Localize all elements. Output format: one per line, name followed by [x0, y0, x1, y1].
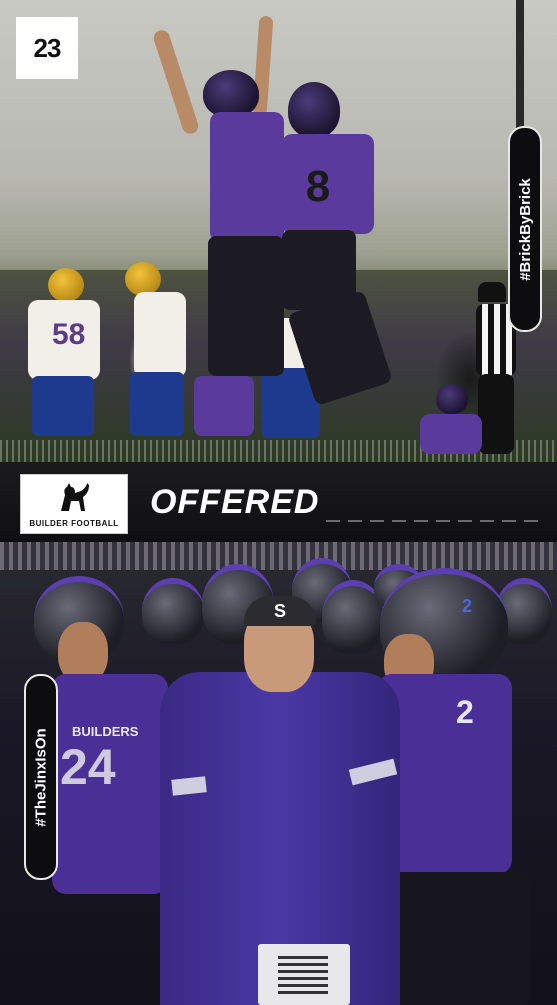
player-helmet — [142, 578, 204, 644]
hashtag-pill-brick-by-brick: #BrickByBrick — [508, 126, 542, 332]
teammate-jersey — [420, 414, 482, 454]
banner-dashes — [326, 520, 546, 522]
celebration-photo: 58 8 23 #BrickByBrick — [0, 0, 557, 462]
referee-cap — [478, 282, 506, 302]
referee-pants — [478, 374, 514, 454]
team-entrance-photo: BUILDERS 24 2 2 S #TheJinxIsOn — [0, 542, 557, 1005]
player-helmet — [203, 70, 259, 118]
opponent-helmet — [125, 262, 161, 296]
banner-title: OFFERED — [150, 483, 320, 521]
player-socks — [194, 376, 254, 436]
opponent-jersey-number: 58 — [52, 318, 86, 351]
opponent-helmet — [48, 268, 84, 302]
clipboard-lines — [278, 956, 328, 996]
raised-arm — [151, 28, 201, 136]
opponent-pants — [32, 376, 94, 436]
hashtag-label: #TheJinxIsOn — [32, 727, 50, 827]
clipboard — [258, 944, 350, 1005]
opponent-jersey — [134, 292, 186, 378]
hashtag-label: #BrickByBrick — [516, 177, 534, 281]
teammate-helmet — [436, 384, 468, 414]
jersey-team-name: BUILDERS — [72, 724, 139, 739]
logo-caption: BUILDER FOOTBALL — [29, 519, 119, 528]
player-pants — [208, 236, 284, 376]
player-jersey — [210, 112, 284, 242]
hashtag-pill-the-jinx-is-on: #TheJinxIsOn — [24, 674, 58, 880]
player-helmet — [288, 82, 340, 138]
offer-banner: BUILDER FOOTBALL OFFERED — [0, 462, 557, 542]
jersey-number: 24 — [60, 739, 116, 795]
season-logo-badge: 23 — [16, 17, 78, 79]
player-jersey-number: 8 — [305, 162, 331, 211]
cat-logo-icon — [61, 483, 89, 511]
coach-cap: S — [244, 596, 316, 626]
jersey-number: 2 — [456, 694, 474, 730]
season-logo-text: 23 — [33, 33, 62, 63]
opponent-pants — [130, 372, 184, 436]
builder-football-logo: BUILDER FOOTBALL — [20, 474, 128, 534]
helmet-number: 2 — [462, 596, 473, 616]
background-crowd — [0, 542, 557, 570]
